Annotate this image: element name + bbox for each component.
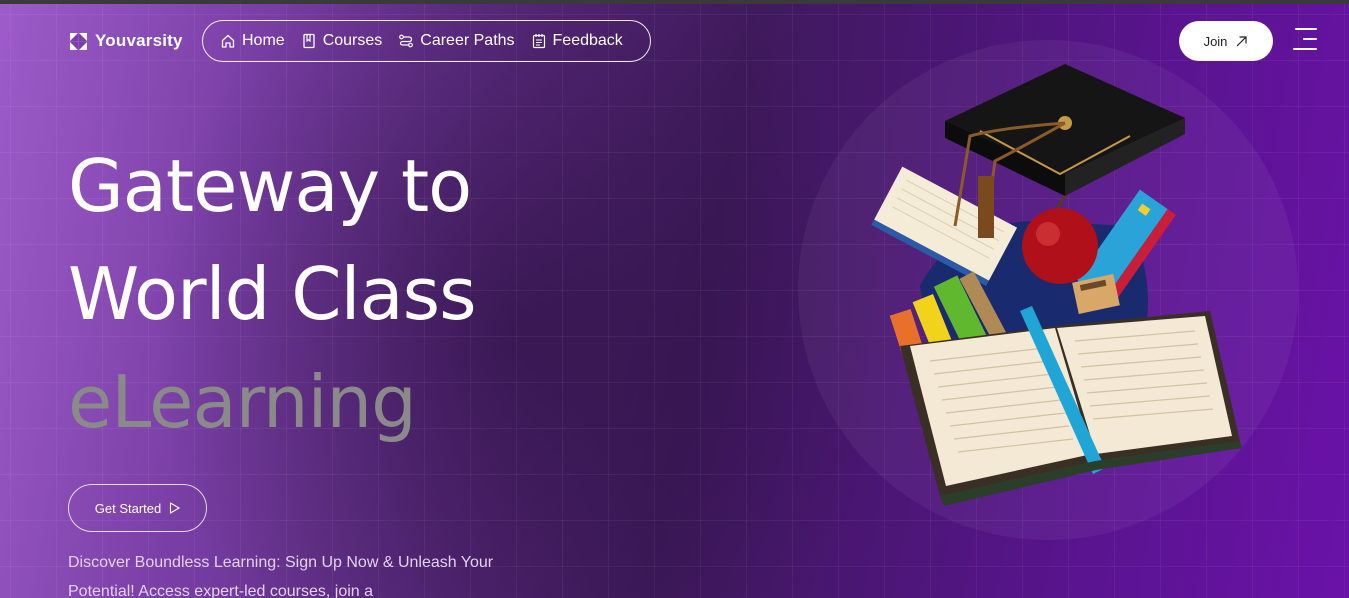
notepad-icon <box>532 34 545 49</box>
hamburger-menu-icon[interactable] <box>1293 26 1317 52</box>
nav-label-career-paths: Career Paths <box>420 32 515 49</box>
brand-logo[interactable]: Youvarsity <box>70 31 183 51</box>
play-triangle-icon <box>170 502 180 514</box>
nav-label-feedback: Feedback <box>552 32 623 49</box>
menu-line-top <box>1295 28 1317 30</box>
home-icon <box>221 34 235 48</box>
menu-line-bottom <box>1293 48 1317 50</box>
nav-item-feedback[interactable]: Feedback <box>531 32 623 50</box>
nav-label-courses: Courses <box>322 32 383 49</box>
nav-label-home: Home <box>242 32 285 49</box>
nav-item-career-paths[interactable]: Career Paths <box>398 32 515 50</box>
hero-description: Discover Boundless Learning: Sign Up Now… <box>68 554 494 598</box>
bookmark-icon <box>303 33 315 49</box>
hero-headline: Gateway to World Class eLearning <box>68 132 477 456</box>
nav-item-courses[interactable]: Courses <box>301 32 383 50</box>
menu-line-middle <box>1303 38 1317 40</box>
route-icon <box>399 34 414 48</box>
nav-item-home[interactable]: Home <box>220 32 285 50</box>
headline-line-2: World Class <box>68 252 477 336</box>
hero-section: Youvarsity Home Courses Career Paths Fee… <box>0 4 1349 598</box>
join-button[interactable]: Join <box>1179 21 1273 61</box>
main-nav: Home Courses Career Paths Feedback <box>202 20 651 62</box>
headline-line-1: Gateway to <box>68 144 472 228</box>
join-button-label: Join <box>1203 33 1228 49</box>
pinwheel-logo-icon <box>70 32 87 50</box>
brand-name: Youvarsity <box>95 31 183 50</box>
get-started-button[interactable]: Get Started <box>68 484 207 532</box>
headline-line-3: eLearning <box>68 360 417 444</box>
arrow-up-right-icon <box>1236 35 1248 46</box>
graduation-cap-books-apple-illustration <box>871 64 1242 506</box>
get-started-label: Get Started <box>94 500 162 516</box>
